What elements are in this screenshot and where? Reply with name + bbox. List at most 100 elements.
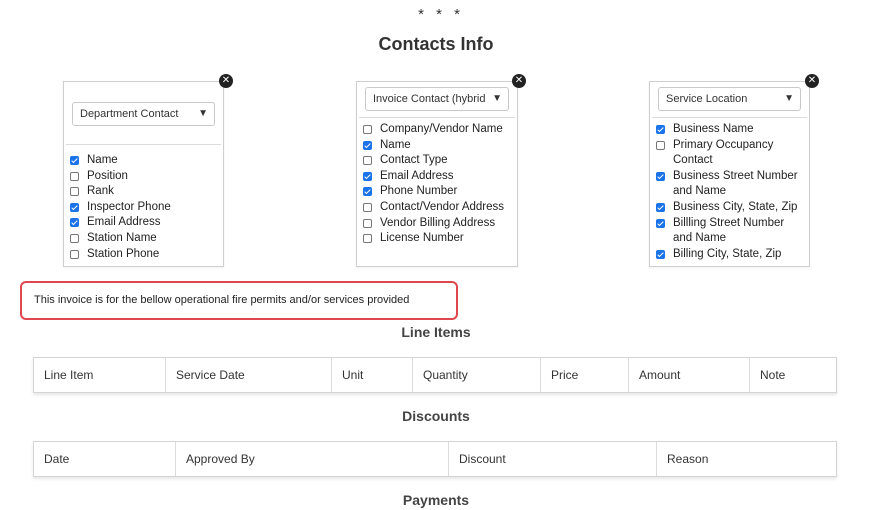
field-option-label: Station Name: [87, 231, 157, 244]
field-option-label: Contact/Vendor Address: [380, 200, 505, 213]
checkbox-unchecked[interactable]: [70, 233, 79, 243]
field-option[interactable]: Billing City, State, Zip: [656, 247, 805, 263]
field-option-label: Inspector Phone: [87, 200, 171, 213]
field-option[interactable]: Billling Street Number and Name: [656, 216, 805, 247]
field-option[interactable]: Email Address: [363, 169, 513, 185]
field-option[interactable]: Vendor Billing Address: [363, 216, 513, 232]
contact-type-select[interactable]: Department Contact ▼: [72, 102, 215, 126]
card-divider: [652, 117, 807, 118]
checkbox-unchecked[interactable]: [70, 187, 79, 197]
field-option[interactable]: License Number: [363, 231, 513, 247]
field-option[interactable]: Email Address: [70, 215, 219, 231]
checkbox-unchecked[interactable]: [70, 249, 79, 259]
card-divider: [66, 144, 221, 145]
checkbox-checked[interactable]: [363, 171, 372, 181]
field-option-label: Email Address: [87, 216, 161, 229]
field-option[interactable]: Company/Vendor Name: [363, 122, 513, 138]
field-option[interactable]: Contact Type: [363, 153, 513, 169]
field-option[interactable]: Contact/Vendor Address: [363, 200, 513, 216]
field-option[interactable]: Name: [70, 153, 219, 169]
checkbox-checked[interactable]: [656, 249, 665, 259]
field-option[interactable]: Station Phone: [70, 247, 219, 263]
card-divider: [359, 117, 515, 118]
field-option-label: Billing City, State, Zip: [673, 247, 782, 260]
contact-type-select-value: Invoice Contact (hybrid: [373, 93, 486, 105]
field-option-label: Name: [87, 154, 118, 166]
page-title: Contacts Info: [378, 34, 494, 54]
contact-type-select[interactable]: Service Location ▼: [658, 87, 801, 111]
checkbox-checked[interactable]: [656, 171, 665, 181]
field-option-label: Email Address: [380, 169, 454, 182]
checkbox-unchecked[interactable]: [363, 156, 372, 166]
discounts-table-header: Date Approved By Discount Reason: [33, 441, 837, 477]
checkbox-unchecked[interactable]: [363, 218, 372, 228]
column-header: Service Date: [166, 358, 332, 392]
field-option-label: Vendor Billing Address: [380, 216, 496, 229]
field-option-label: Rank: [87, 185, 114, 198]
checkbox-unchecked[interactable]: [70, 171, 79, 181]
line-items-table-header: Line Item Service Date Unit Quantity Price Am…: [33, 357, 837, 393]
column-header: Approved By: [176, 442, 449, 476]
payments-title: Payments: [402, 492, 470, 508]
discounts-title: Discounts: [402, 408, 470, 424]
checkbox-checked[interactable]: [656, 202, 665, 212]
field-option[interactable]: Rank: [70, 184, 219, 200]
checkbox-unchecked[interactable]: [363, 202, 372, 212]
column-header: Date: [34, 442, 176, 476]
remove-card-close-icon[interactable]: ✕: [219, 74, 233, 88]
contact-card-invoice: Invoice Contact (hybrid ▼ Company/Vendor…: [356, 81, 518, 267]
contact-type-select[interactable]: Invoice Contact (hybrid ▼: [365, 87, 509, 111]
checkbox-unchecked[interactable]: [363, 125, 372, 134]
field-option[interactable]: Station Name: [70, 231, 219, 247]
field-option-label: Company/Vendor Name: [380, 123, 503, 135]
column-header: Quantity: [413, 358, 541, 392]
checkbox-checked[interactable]: [70, 218, 79, 228]
column-header: Line Item: [34, 358, 166, 392]
chevron-down-icon: ▼: [780, 88, 794, 110]
field-option-label: License Number: [380, 232, 464, 245]
checkbox-checked[interactable]: [656, 218, 665, 228]
chevron-down-icon: ▼: [488, 88, 502, 110]
checkbox-checked[interactable]: [363, 140, 372, 150]
field-list: Company/Vendor Name Name Contact Type Email…: [363, 122, 513, 247]
field-option-label: Business Street Number and Name: [673, 169, 798, 198]
column-header: Price: [541, 358, 629, 392]
field-option-label: Position: [87, 169, 128, 182]
checkbox-checked[interactable]: [656, 125, 665, 134]
column-header: Amount: [629, 358, 750, 392]
field-option[interactable]: Business City, State, Zip: [656, 200, 805, 216]
field-option-label: Billling Street Number and Name: [673, 216, 785, 245]
contact-type-select-value: Service Location: [666, 93, 748, 105]
section-separator: * * *: [418, 6, 464, 23]
column-header: Discount: [449, 442, 657, 476]
field-option[interactable]: Inspector Phone: [70, 200, 219, 216]
field-list: Name Position Rank Inspector Phone Email Add…: [70, 153, 219, 262]
chevron-down-icon: ▼: [194, 103, 208, 125]
field-list: Business Name Primary Occupancy Contact Bu…: [656, 122, 805, 262]
checkbox-checked[interactable]: [363, 187, 372, 197]
contact-card-department: Department Contact ▼ Name Position Rank Ins…: [63, 81, 224, 267]
remove-card-close-icon[interactable]: ✕: [512, 74, 526, 88]
checkbox-checked[interactable]: [70, 202, 79, 212]
checkbox-unchecked[interactable]: [363, 234, 372, 244]
line-items-title: Line Items: [401, 324, 471, 340]
checkbox-checked[interactable]: [70, 156, 79, 165]
column-header: Note: [760, 368, 786, 382]
remove-card-close-icon[interactable]: ✕: [805, 74, 819, 88]
contact-type-select-value: Department Contact: [80, 108, 179, 120]
field-option[interactable]: Business Street Number and Name: [656, 169, 805, 200]
field-option[interactable]: Position: [70, 169, 219, 185]
field-option-label: Phone Number: [380, 185, 458, 198]
checkbox-unchecked[interactable]: [656, 140, 665, 150]
field-option-label: Contact Type: [380, 154, 448, 167]
invoice-note-text: This invoice is for the bellow operation…: [34, 294, 410, 306]
field-option[interactable]: Name: [363, 138, 513, 154]
field-option[interactable]: Primary Occupancy Contact: [656, 138, 805, 169]
field-option-label: Primary Occupancy Contact: [673, 138, 774, 167]
field-option-label: Business City, State, Zip: [673, 200, 798, 213]
field-option[interactable]: Phone Number: [363, 184, 513, 200]
field-option[interactable]: Business Name: [656, 122, 805, 138]
contact-card-service-location: Service Location ▼ Business Name Primary …: [649, 81, 810, 267]
field-option-label: Name: [380, 138, 411, 151]
column-header: Unit: [332, 358, 413, 392]
